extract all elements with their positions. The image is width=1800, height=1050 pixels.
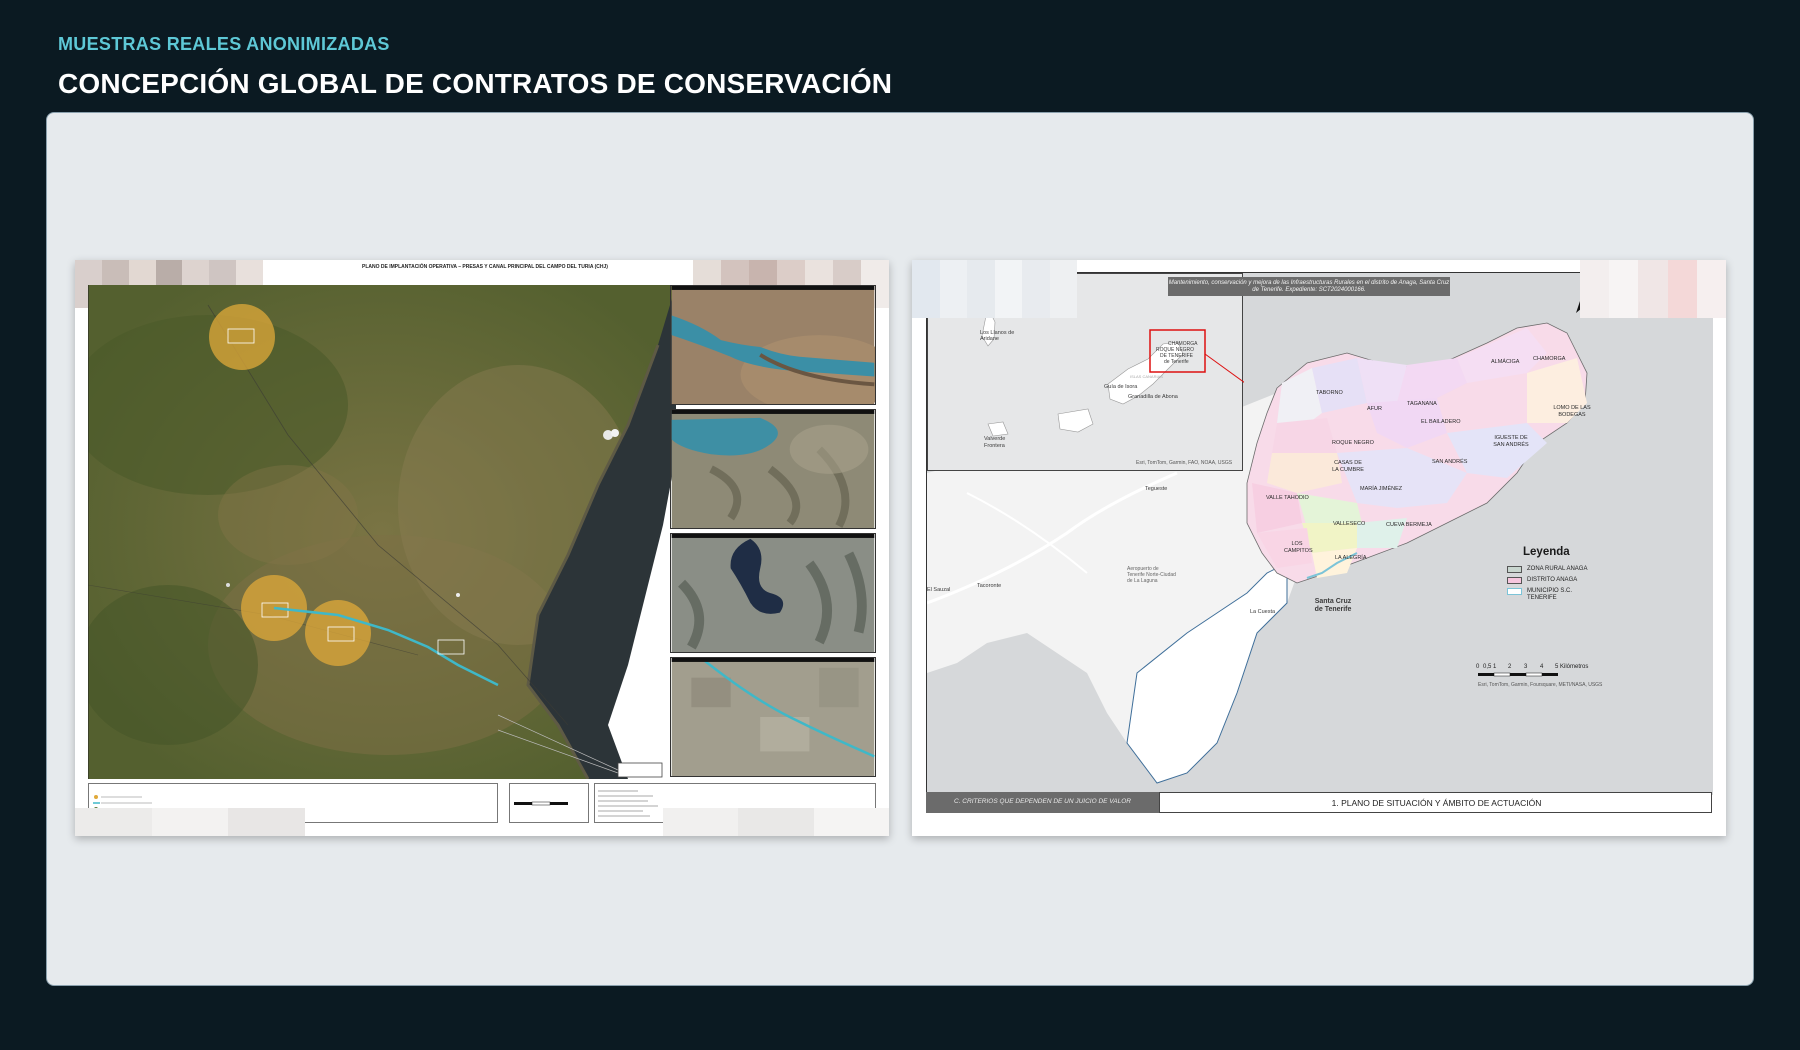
scale-tick: 0 (1476, 664, 1480, 670)
page-title: CONCEPCIÓN GLOBAL DE CONTRATOS DE CONSER… (58, 68, 893, 99)
scale-box (509, 783, 589, 823)
zone-label: AFUR (1367, 406, 1382, 412)
zone-label: CASAS DE LA CUMBRE (1332, 460, 1364, 473)
inset-label: de Tenerife (1164, 359, 1189, 365)
satellite-map (88, 285, 676, 779)
place-label: El Sauzal (927, 587, 951, 593)
zone-label: TABORNO (1316, 390, 1343, 396)
zone-label: IGUESTE DE SAN ANDRÉS (1493, 435, 1529, 448)
samples-panel: PLANO DE IMPLANTACIÓN OPERATIVA – PRESAS… (46, 112, 1754, 986)
sheet-title-bar: Mantenimiento, conservación y mejora de … (1168, 277, 1450, 296)
sheet-title: PLANO DE IMPLANTACIÓN OPERATIVA – PRESAS… (362, 264, 608, 270)
inset-label: ISLAS CANARIAS (1130, 374, 1163, 379)
plan-title-text: 1. PLANO DE SITUACIÓN Y ÁMBITO DE ACTUAC… (1331, 798, 1542, 808)
place-label: Tegueste (1145, 486, 1168, 492)
map-credit: Esri, TomTom, Garmin, Foursquare, METI/N… (1478, 682, 1603, 688)
zone-label: VALLESECO (1333, 521, 1366, 527)
legend-item-label: ZONA RURAL ANAGA (1527, 566, 1588, 572)
zone-label: LOMO DE LAS BODEGAS (1553, 405, 1591, 418)
legend-item: MUNICIPIO S.C. TENERIFE (1507, 588, 1577, 601)
zone-label: CUEVA BERMEJA (1386, 522, 1432, 528)
redaction-blur (663, 808, 889, 836)
sample-sheet-anaga[interactable]: Los Llanos de Aridane Guía de Isora ISLA… (912, 260, 1726, 836)
inset-credit: Esri, TomTom, Garmin, FAO, NOAA, USGS (1136, 460, 1233, 466)
redaction-blur (1580, 260, 1726, 318)
inset-label: Valverde (984, 436, 1006, 442)
criteria-label: C. CRITERIOS QUE DEPENDEN DE UN JUICIO D… (926, 792, 1159, 813)
place-label: La Cuesta (1250, 609, 1276, 615)
legend-swatch (1507, 566, 1522, 573)
zone-label: ALMÁCIGA (1491, 359, 1520, 365)
place-label: Tacoronte (977, 583, 1002, 589)
scale-tick: 0,5 (1483, 664, 1492, 670)
zone-label: TAGANANA (1407, 401, 1437, 407)
inset-label: Frontera (984, 443, 1005, 449)
scale-tick: 5 Kilómetros (1555, 664, 1589, 670)
redaction-blur (75, 808, 306, 836)
legend-swatch (1507, 577, 1522, 584)
legend-item-label: MUNICIPIO S.C. TENERIFE (1527, 588, 1573, 601)
scale-tick: 1 (1493, 664, 1497, 670)
zone-label: SAN ANDRÉS (1432, 459, 1468, 465)
inset-label: Guía de Isora (1104, 384, 1138, 390)
plan-title: 1. PLANO DE SITUACIÓN Y ÁMBITO DE ACTUAC… (1159, 792, 1712, 813)
sheet-subtitle-redacted (265, 271, 705, 275)
sample-sheet-turia[interactable]: PLANO DE IMPLANTACIÓN OPERATIVA – PRESAS… (75, 260, 889, 836)
zone-label: EL BAILADERO (1421, 419, 1461, 425)
zone-label: MARÍA JIMÉNEZ (1360, 486, 1403, 492)
map-frame: Los Llanos de Aridane Guía de Isora ISLA… (926, 272, 1713, 795)
place-label: Aeropuerto de Tenerife Norte-Ciudad de L… (1127, 566, 1176, 584)
eyebrow-label: MUESTRAS REALES ANONIMIZADAS (58, 34, 390, 54)
thumbnail-reservoir-2 (670, 409, 876, 529)
legend-item: ZONA RURAL ANAGA (1507, 566, 1587, 573)
sheet-title: Mantenimiento, conservación y mejora de … (1168, 280, 1450, 293)
inset-label: Los Llanos de Aridane (980, 330, 1015, 342)
thumbnail-reservoir-3 (670, 533, 876, 653)
zone-label: ROQUE NEGRO (1332, 440, 1374, 446)
scale-tick: 3 (1524, 664, 1528, 670)
zone-label: VALLE TAHODIO (1266, 495, 1309, 501)
zone-label: LA ALEGRÍA (1335, 555, 1367, 561)
legend-title: Leyenda (1523, 546, 1570, 558)
criteria-text: C. CRITERIOS QUE DEPENDEN DE UN JUICIO D… (954, 798, 1131, 805)
redaction-blur (912, 260, 1077, 318)
thumbnail-reservoir-1 (670, 285, 876, 405)
scale-tick: 4 (1540, 664, 1544, 670)
scale-tick: 2 (1508, 664, 1512, 670)
zone-label: LOS CAMPITOS (1284, 541, 1313, 554)
inset-label: Granadilla de Abona (1128, 394, 1178, 400)
legend-swatch (1507, 588, 1522, 595)
zone-label: CHAMORGA (1533, 356, 1566, 362)
legend-item-label: DISTRITO ANAGA (1527, 577, 1578, 583)
place-label: Santa Cruz de Tenerife (1314, 598, 1352, 613)
legend-item: DISTRITO ANAGA (1507, 577, 1577, 584)
thumbnail-canal (670, 657, 876, 777)
